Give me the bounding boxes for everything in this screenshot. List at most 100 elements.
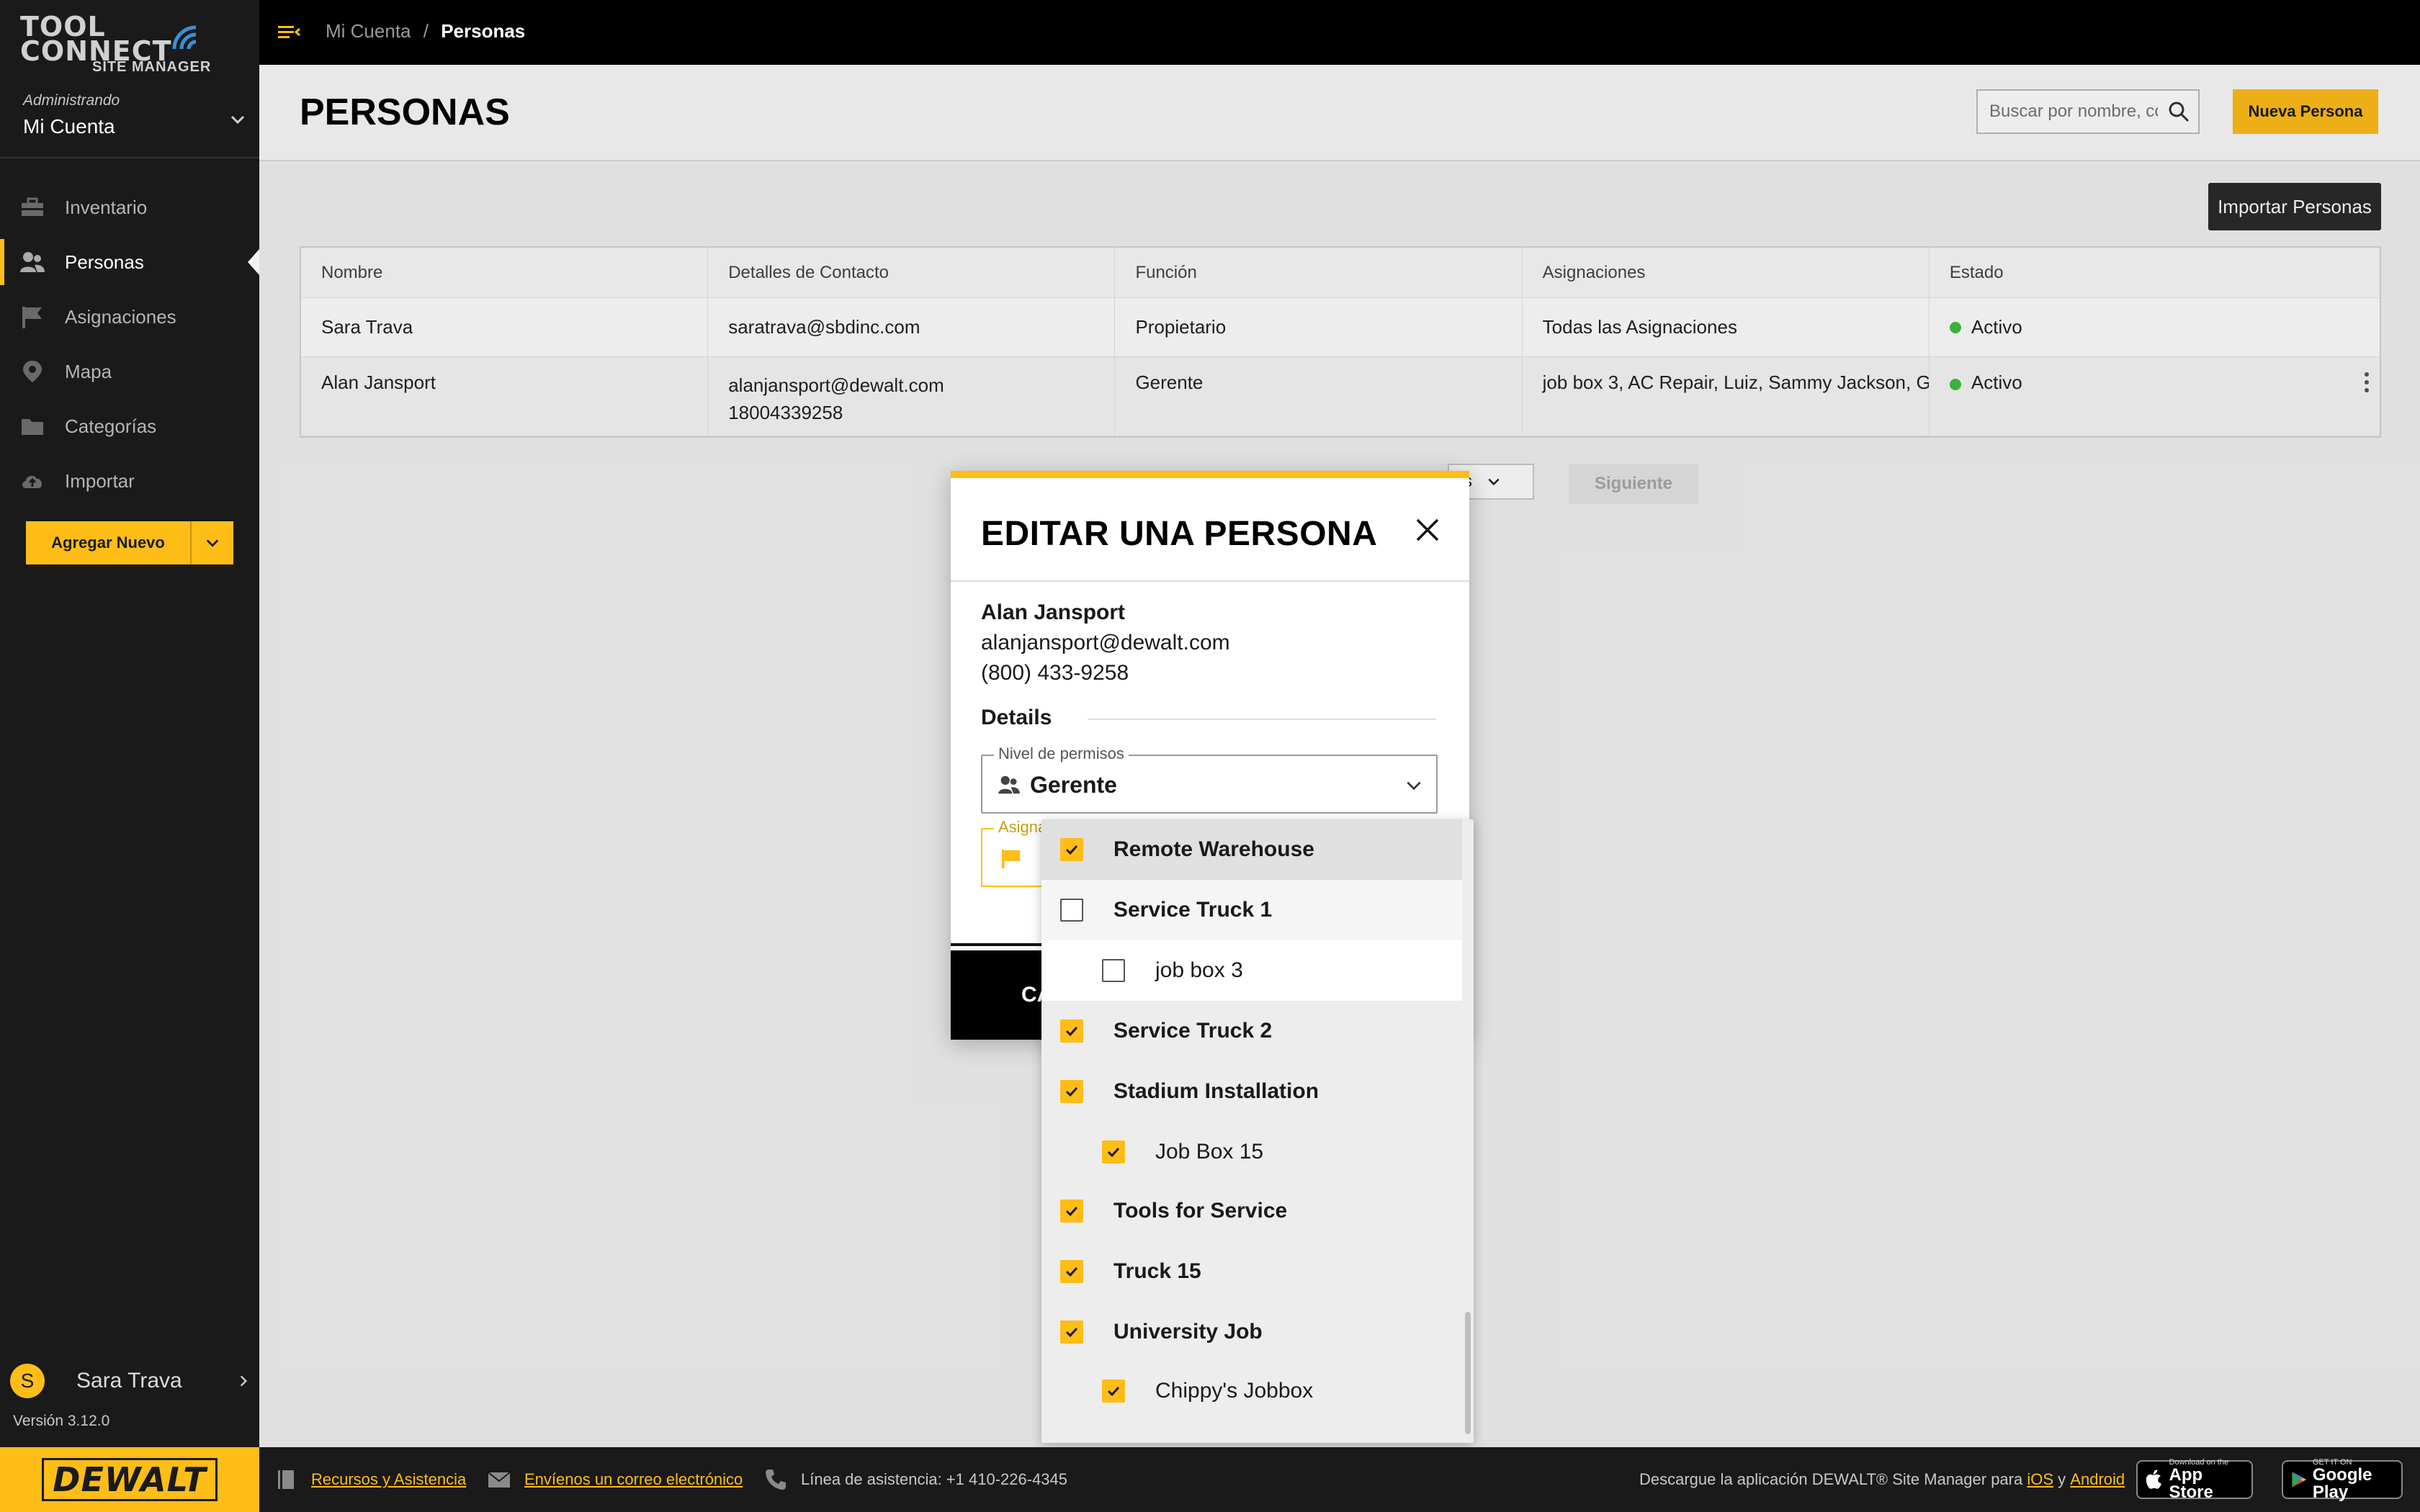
tool-connect-logo[interactable]: TOOL CONNECT SITE MANAGER [20, 13, 222, 78]
list-item[interactable]: Service Truck 2 [1041, 1001, 1462, 1061]
breadcrumb: Mi Cuenta / Personas [326, 20, 525, 42]
permission-level-value: Gerente [1030, 772, 1117, 798]
close-icon[interactable] [1413, 516, 1442, 544]
sidebar-item-personas[interactable]: Personas [0, 235, 259, 289]
checkmark-icon [1065, 1086, 1078, 1097]
app-store-badge[interactable]: Download on the App Store [2136, 1458, 2253, 1501]
checkmark-icon [1065, 845, 1078, 855]
envelope-icon [488, 1472, 511, 1488]
book-icon [278, 1470, 294, 1489]
list-item[interactable]: Chippy's Jobbox [1041, 1361, 1462, 1421]
sidebar-item-importar[interactable]: Importar [0, 454, 259, 508]
list-item-label: Tools for Service [1113, 1199, 1288, 1223]
checkbox-checked[interactable] [1060, 1080, 1083, 1103]
sidebar-item-label: Personas [65, 251, 144, 273]
list-item-label: Remote Warehouse [1113, 837, 1314, 861]
cloud-upload-icon [22, 475, 42, 488]
app-version: Versión 3.12.0 [13, 1413, 110, 1429]
brand-name: DEWALT [42, 1458, 218, 1501]
checkbox-checked[interactable] [1060, 1200, 1083, 1223]
sidebar-nav: Inventario Personas Asignaciones Mapa Ca… [0, 180, 259, 508]
add-new-button[interactable]: Agregar Nuevo [26, 521, 233, 564]
hotline-group: Línea de asistencia: +1 410-226-4345 [763, 1447, 1067, 1512]
chevron-down-icon [230, 115, 245, 125]
checkbox-checked[interactable] [1060, 838, 1083, 861]
people-icon [20, 252, 45, 272]
list-item[interactable]: Remote Warehouse [1041, 819, 1462, 880]
sidebar-item-label: Inventario [65, 196, 148, 218]
permission-level-select[interactable]: Nivel de permisos Gerente [981, 744, 1438, 814]
sidebar-item-categorias[interactable]: Categorías [0, 399, 259, 454]
sidebar: TOOL CONNECT SITE MANAGER Administrando … [0, 0, 259, 1512]
list-item[interactable]: Tools for Service [1041, 1181, 1462, 1241]
folder-icon [22, 419, 43, 435]
footer-bar: DEWALT Recursos y Asistencia Envíenos un… [0, 1447, 2420, 1512]
list-item-label: Truck 15 [1113, 1259, 1201, 1283]
sidebar-item-asignaciones[interactable]: Asignaciones [0, 289, 259, 344]
checkmark-icon [1065, 1327, 1078, 1338]
checkbox-checked[interactable] [1102, 1140, 1125, 1164]
person-phone: (800) 433-9258 [981, 661, 1129, 685]
android-link[interactable]: Android [2070, 1470, 2125, 1489]
account-name: Mi Cuenta [23, 115, 115, 138]
chevron-right-icon [240, 1375, 248, 1387]
details-heading: Details [981, 706, 1052, 729]
checkbox-checked[interactable] [1060, 1320, 1083, 1344]
logo-line-3: SITE MANAGER [92, 59, 212, 75]
signal-icon [172, 25, 197, 50]
breadcrumb-current: Personas [441, 20, 526, 42]
modal-title: EDITAR UNA PERSONA [981, 515, 1378, 553]
list-item[interactable]: Service Truck 1 [1041, 880, 1462, 940]
email-link-group: Envíenos un correo electrónico [487, 1447, 743, 1512]
sidebar-item-label: Importar [65, 469, 135, 492]
list-item[interactable]: Truck 15 [1041, 1241, 1462, 1302]
apple-icon [2146, 1470, 2161, 1489]
and-text: y [2058, 1470, 2066, 1488]
checkbox-unchecked[interactable] [1060, 899, 1083, 922]
chevron-down-icon [206, 539, 219, 547]
checkbox-checked[interactable] [1060, 1020, 1083, 1043]
sidebar-item-mapa[interactable]: Mapa [0, 344, 259, 399]
checkbox-checked[interactable] [1102, 1380, 1125, 1403]
top-bar: Mi Cuenta / Personas [259, 0, 2420, 65]
download-text: Descargue la aplicación DEWALT® Site Man… [1639, 1470, 2023, 1488]
avatar: S [10, 1364, 45, 1398]
email-link[interactable]: Envíenos un correo electrónico [524, 1470, 743, 1489]
dropdown-scrollbar[interactable] [1465, 1312, 1471, 1434]
google-play-icon [2292, 1472, 2307, 1488]
sidebar-item-inventario[interactable]: Inventario [0, 180, 259, 235]
checkbox-checked[interactable] [1060, 1260, 1083, 1283]
account-caption: Administrando [23, 92, 120, 109]
list-item[interactable]: University Job [1041, 1302, 1462, 1362]
account-switcher[interactable]: Administrando Mi Cuenta [23, 92, 254, 138]
list-item-label: job box 3 [1155, 958, 1243, 982]
sidebar-divider [0, 157, 259, 158]
resources-link[interactable]: Recursos y Asistencia [311, 1470, 466, 1489]
list-item-label: Chippy's Jobbox [1155, 1379, 1314, 1403]
breadcrumb-parent[interactable]: Mi Cuenta [326, 20, 411, 42]
add-new-dropdown-toggle[interactable] [192, 535, 233, 551]
details-divider [1088, 719, 1436, 720]
sidebar-item-label: Categorías [65, 415, 157, 437]
sidebar-item-label: Mapa [65, 360, 112, 382]
list-item[interactable]: job box 3 [1041, 940, 1462, 1001]
google-play-badge[interactable]: GET IT ON Google Play [2282, 1458, 2403, 1501]
checkbox-unchecked[interactable] [1102, 959, 1125, 982]
flag-icon [22, 307, 42, 328]
user-menu[interactable]: S Sara Trava [10, 1362, 251, 1400]
list-item[interactable]: Job Box 15 [1041, 1122, 1462, 1182]
list-item-label: Stadium Installation [1113, 1079, 1319, 1103]
hotline-text: Línea de asistencia: +1 410-226-4345 [801, 1470, 1068, 1488]
collapse-menu-icon[interactable] [277, 22, 302, 43]
modal-divider [951, 580, 1469, 582]
checkmark-icon [1107, 1386, 1120, 1397]
list-item[interactable]: Stadium Installation [1041, 1061, 1462, 1122]
list-item-label: Service Truck 1 [1113, 898, 1273, 922]
download-app-text: Descargue la aplicación DEWALT® Site Man… [1639, 1447, 2125, 1512]
flag-icon [1001, 849, 1021, 869]
checkmark-icon [1065, 1026, 1078, 1037]
permission-level-label: Nivel de permisos [994, 744, 1129, 763]
ios-link[interactable]: iOS [2027, 1470, 2053, 1489]
assignments-dropdown-list: Remote Warehouse Service Truck 1 job box… [1041, 819, 1474, 1443]
list-item-label: Job Box 15 [1155, 1140, 1264, 1164]
